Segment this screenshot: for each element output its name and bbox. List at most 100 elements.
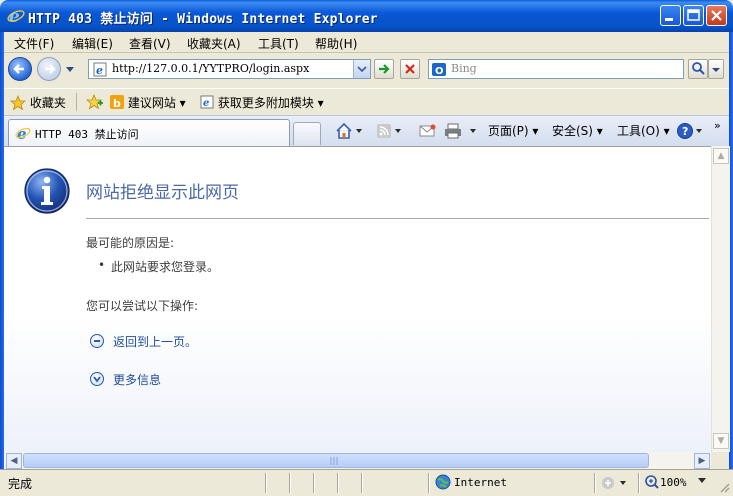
- tools-menu-button[interactable]: 工具(O) ▾: [617, 122, 670, 139]
- protected-mode-icon[interactable]: [600, 475, 630, 491]
- tab-bar: e HTTP 403 禁止访问 页面(P) ▾ 安全(S) ▾ 工具(O) ▾ …: [4, 115, 729, 147]
- rss-icon: [377, 124, 401, 138]
- scroll-left-button[interactable]: ◀: [6, 453, 22, 469]
- search-icon: [692, 62, 705, 75]
- security-zone-text: Internet: [454, 476, 507, 489]
- try-heading: 您可以尝试以下操作:: [86, 299, 199, 313]
- scroll-up-button[interactable]: ▲: [713, 148, 729, 164]
- minimize-button[interactable]: [660, 5, 681, 26]
- stop-x-icon: [405, 64, 415, 74]
- status-divider: [638, 473, 639, 493]
- svg-text:e: e: [203, 98, 209, 109]
- menu-bar: 文件(F) 编辑(E) 查看(V) 收藏夹(A) 工具(T) 帮助(H): [4, 32, 729, 53]
- navigation-bar: e http://127.0.0.1/YYTPRO/login.aspx O B…: [4, 53, 729, 87]
- close-button[interactable]: [706, 5, 727, 26]
- title-bar[interactable]: e HTTP 403 禁止访问 - Windows Internet Explo…: [0, 0, 733, 32]
- tab-title: HTTP 403 禁止访问: [35, 128, 139, 141]
- resize-grip-icon[interactable]: [718, 481, 730, 493]
- svg-text:O: O: [435, 66, 444, 77]
- maximize-icon: [687, 9, 700, 21]
- menu-view[interactable]: 查看(V): [129, 35, 171, 52]
- status-divider: [337, 473, 338, 493]
- search-button[interactable]: [688, 59, 708, 79]
- ie-logo-icon: e: [7, 7, 25, 25]
- suggested-sites[interactable]: b 建议网站 ▾: [110, 94, 186, 111]
- minimize-icon: [665, 18, 673, 21]
- menu-file[interactable]: 文件(F): [14, 35, 54, 52]
- help-button[interactable]: ?: [676, 122, 706, 143]
- go-button[interactable]: [374, 59, 394, 79]
- expand-more-info-icon[interactable]: [90, 372, 104, 386]
- chevron-down-icon: [357, 66, 367, 73]
- more-tools-chevron[interactable]: »: [714, 119, 721, 132]
- suggested-sites-label: 建议网站 ▾: [127, 96, 186, 110]
- status-divider: [265, 473, 266, 493]
- menu-tools[interactable]: 工具(T): [258, 35, 299, 52]
- status-bar: 完成 Internet 100%: [0, 469, 733, 496]
- add-favorite-icon[interactable]: [86, 94, 104, 110]
- cause-heading: 最可能的原因是:: [86, 236, 175, 250]
- zoom-dropdown-icon[interactable]: [697, 477, 707, 485]
- forward-arrow-icon: [45, 64, 56, 74]
- new-tab-button[interactable]: [293, 122, 321, 145]
- more-information-link[interactable]: 更多信息: [113, 371, 161, 388]
- url-text[interactable]: http://127.0.0.1/YYTPRO/login.aspx: [112, 62, 309, 75]
- active-tab[interactable]: e HTTP 403 禁止访问: [8, 119, 290, 147]
- vertical-scrollbar[interactable]: ▲ ▼: [711, 146, 730, 452]
- status-divider: [361, 473, 362, 493]
- bing-logo-icon: O: [432, 63, 446, 77]
- svg-text:?: ?: [682, 125, 688, 138]
- favorites-label: 收藏夹: [29, 96, 66, 110]
- page-icon: e: [93, 62, 107, 77]
- printer-icon: [445, 123, 476, 139]
- ie-page-icon: e: [200, 95, 214, 109]
- globe-icon: [435, 474, 451, 490]
- grip-icon: [330, 457, 338, 465]
- favorites-star-icon: [9, 94, 27, 111]
- address-field[interactable]: e http://127.0.0.1/YYTPRO/login.aspx: [88, 59, 371, 79]
- horizontal-scrollbar[interactable]: ◀ ▶: [4, 452, 711, 469]
- scroll-down-button[interactable]: ▼: [713, 433, 729, 449]
- svg-text:e: e: [9, 7, 20, 25]
- history-dropdown-icon[interactable]: [65, 66, 75, 74]
- back-arrow-icon: [13, 64, 24, 74]
- home-button[interactable]: [335, 122, 363, 143]
- home-icon: [336, 122, 362, 139]
- favorites-button[interactable]: 收藏夹: [9, 94, 66, 111]
- scroll-right-button[interactable]: ▶: [694, 453, 710, 469]
- window-title: HTTP 403 禁止访问 - Windows Internet Explore…: [28, 12, 378, 27]
- get-addons-label: 获取更多附加模块 ▾: [217, 96, 324, 110]
- stop-button[interactable]: [400, 59, 420, 79]
- page-menu-button[interactable]: 页面(P) ▾: [488, 122, 538, 139]
- search-options-button[interactable]: [708, 59, 724, 79]
- scroll-corner: [711, 452, 729, 469]
- zoom-level[interactable]: 100%: [660, 476, 687, 489]
- search-field[interactable]: O Bing: [428, 59, 684, 79]
- svg-text:b: b: [113, 97, 121, 109]
- print-button[interactable]: [444, 122, 480, 143]
- menu-help[interactable]: 帮助(H): [315, 35, 357, 52]
- go-back-link[interactable]: 返回到上一页。: [113, 333, 197, 350]
- zoom-icon: [645, 475, 659, 489]
- error-title: 网站拒绝显示此网页: [86, 183, 239, 203]
- get-addons[interactable]: e 获取更多附加模块 ▾: [200, 94, 324, 111]
- menu-favorites[interactable]: 收藏夹(A): [187, 35, 241, 52]
- back-button[interactable]: [8, 57, 32, 81]
- safety-menu-button[interactable]: 安全(S) ▾: [552, 122, 603, 139]
- status-text: 完成: [8, 477, 33, 491]
- svg-text:e: e: [96, 64, 103, 77]
- search-placeholder[interactable]: Bing: [451, 62, 477, 75]
- go-arrow-icon: [379, 64, 390, 74]
- maximize-button[interactable]: [683, 5, 704, 26]
- mail-button[interactable]: [418, 122, 438, 143]
- address-dropdown-button[interactable]: [353, 60, 370, 78]
- title-divider: [86, 218, 709, 219]
- bing-b-icon: b: [110, 95, 124, 110]
- feeds-button[interactable]: [376, 122, 404, 143]
- horizontal-scroll-thumb[interactable]: [23, 453, 649, 468]
- forward-button[interactable]: [37, 57, 61, 81]
- back-bullet-icon: [90, 334, 104, 348]
- svg-text:e: e: [17, 125, 27, 141]
- menu-edit[interactable]: 编辑(E): [72, 35, 113, 52]
- status-divider: [428, 473, 429, 493]
